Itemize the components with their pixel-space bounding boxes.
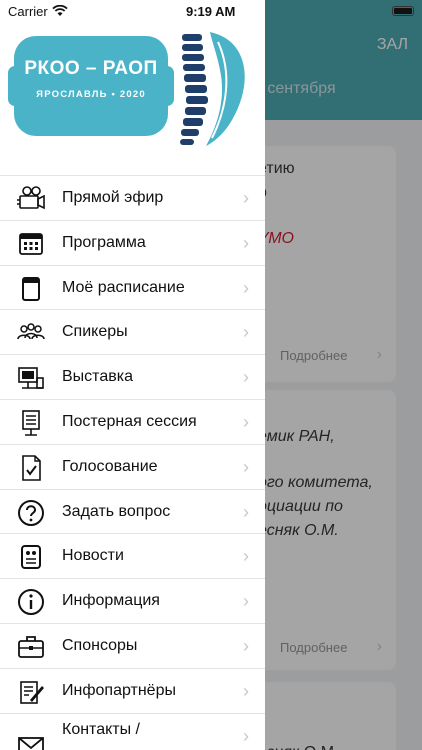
menu-item-information[interactable]: Информация › bbox=[0, 578, 265, 623]
menu-item-label: Задать вопрос bbox=[62, 502, 171, 520]
chevron-right-icon: › bbox=[243, 680, 249, 701]
chevron-right-icon: › bbox=[243, 322, 249, 343]
vote-icon bbox=[16, 454, 46, 482]
menu-item-label: Моё расписание bbox=[62, 278, 185, 296]
menu-item-label: Контакты / bbox=[62, 720, 140, 738]
info-icon bbox=[16, 588, 46, 616]
people-icon bbox=[16, 319, 46, 347]
side-drawer: РКОО – РАОП ЯРОСЛАВЛЬ • 2020 Прямой эфир… bbox=[0, 0, 265, 750]
menu-item-label: Спикеры bbox=[62, 323, 128, 341]
menu-item-label: Прямой эфир bbox=[62, 189, 164, 206]
spine-leaf-icon bbox=[180, 32, 245, 146]
menu-item-label: Голосование bbox=[62, 457, 158, 475]
menu-item-info-partners[interactable]: Инфопартнёры › bbox=[0, 667, 265, 713]
chevron-right-icon: › bbox=[243, 188, 249, 208]
exhibition-icon bbox=[16, 364, 46, 392]
chevron-right-icon: › bbox=[243, 232, 249, 253]
edit-document-icon bbox=[16, 678, 46, 706]
logo-title: РКОО – РАОП bbox=[24, 58, 158, 79]
menu-item-voting[interactable]: Голосование › bbox=[0, 443, 265, 489]
battery-icon bbox=[392, 6, 414, 16]
chevron-right-icon: › bbox=[243, 591, 249, 612]
chevron-right-icon: › bbox=[243, 635, 249, 656]
menu-item-news[interactable]: Новости › bbox=[0, 533, 265, 578]
menu-item-label: Инфопартнёры bbox=[62, 681, 176, 699]
logo-plaque bbox=[8, 36, 174, 136]
menu-item-exhibition[interactable]: Выставка › bbox=[0, 354, 265, 399]
chevron-right-icon: › bbox=[243, 277, 249, 298]
logo-subtitle: ЯРОСЛАВЛЬ • 2020 bbox=[36, 89, 146, 100]
wifi-icon bbox=[52, 4, 68, 22]
news-icon bbox=[16, 543, 46, 571]
menu-item-label: Постерная сессия bbox=[62, 412, 197, 430]
menu-item-speakers[interactable]: Спикеры › bbox=[0, 309, 265, 354]
menu-item-label: Выставка bbox=[62, 368, 133, 386]
clock: 9:19 AM bbox=[186, 4, 236, 19]
menu-item-label: Спонсоры bbox=[62, 636, 138, 654]
video-camera-icon bbox=[16, 185, 46, 213]
chevron-right-icon: › bbox=[243, 501, 249, 522]
carrier-label: Carrier bbox=[8, 4, 48, 19]
envelope-icon bbox=[16, 732, 46, 750]
chevron-right-icon: › bbox=[243, 546, 249, 567]
poster-icon bbox=[16, 409, 46, 437]
menu-item-program[interactable]: Программа › bbox=[0, 219, 265, 265]
question-icon bbox=[16, 499, 46, 527]
chevron-right-icon: › bbox=[243, 725, 249, 746]
status-bar: Carrier 9:19 AM bbox=[0, 0, 422, 24]
chevron-right-icon: › bbox=[243, 367, 249, 388]
chevron-right-icon: › bbox=[243, 456, 249, 477]
menu-item-label: Информация bbox=[62, 592, 160, 610]
chevron-right-icon: › bbox=[243, 411, 249, 432]
menu-item-ask-question[interactable]: Задать вопрос › bbox=[0, 488, 265, 534]
briefcase-icon bbox=[16, 633, 46, 661]
menu-item-my-schedule[interactable]: Моё расписание › bbox=[0, 264, 265, 310]
menu-item-contacts[interactable]: Контакты / › bbox=[0, 712, 265, 750]
menu-item-sponsors[interactable]: Спонсоры › bbox=[0, 622, 265, 668]
schedule-icon bbox=[16, 275, 46, 303]
menu-item-label: Новости bbox=[62, 547, 124, 565]
conference-logo: РКОО – РАОП ЯРОСЛАВЛЬ • 2020 bbox=[8, 28, 254, 148]
menu-item-label: Программа bbox=[62, 233, 146, 251]
menu-item-live[interactable]: Прямой эфир › bbox=[0, 175, 265, 220]
menu-item-poster-session[interactable]: Постерная сессия › bbox=[0, 398, 265, 444]
calendar-icon bbox=[16, 230, 46, 258]
drawer-menu: Прямой эфир › Программа › Моё расписание… bbox=[0, 175, 265, 750]
